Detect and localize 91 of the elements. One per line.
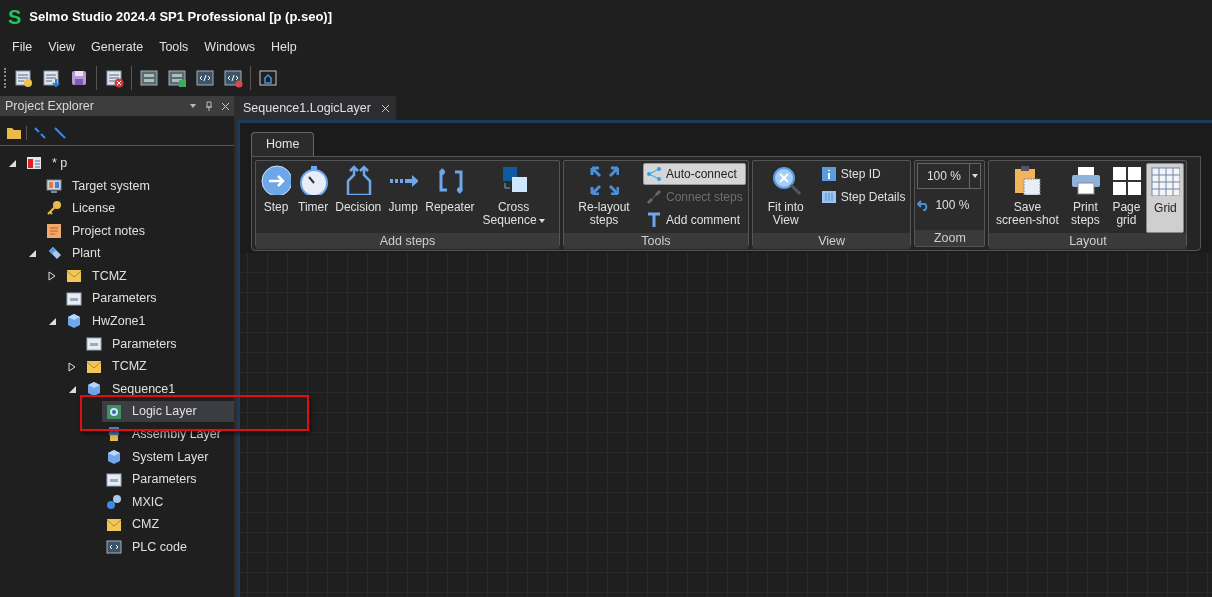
info-icon — [820, 166, 837, 182]
tree-item[interactable]: Logic Layer — [102, 401, 234, 423]
ribbon-button[interactable]: Step — [258, 163, 294, 233]
expand-toggle[interactable] — [66, 360, 78, 373]
tree-item[interactable]: PLC code — [102, 536, 191, 558]
cube-icon — [66, 313, 82, 330]
close-icon — [221, 101, 230, 111]
ribbon-button[interactable]: Re-layout steps — [566, 163, 642, 233]
ribbon-button[interactable]: Add comment — [643, 209, 746, 231]
group-label: Add steps — [256, 233, 559, 249]
dropdown-icon — [972, 174, 979, 178]
text-icon — [646, 212, 662, 228]
project-icon — [26, 155, 42, 172]
parameters-icon — [86, 336, 102, 353]
menu-item[interactable]: Tools — [151, 36, 197, 58]
ribbon-button[interactable]: Timer — [295, 163, 332, 233]
tree-item[interactable]: Parameters — [102, 469, 201, 491]
tree-item[interactable]: * p — [22, 152, 72, 174]
notes-icon — [46, 223, 62, 240]
tree-item[interactable]: Parameters — [62, 288, 161, 310]
group-label: View — [752, 233, 911, 249]
cube-icon — [106, 449, 122, 465]
menu-item[interactable]: Help — [263, 36, 305, 58]
expand-toggle[interactable] — [46, 270, 58, 283]
menu-item[interactable]: File — [4, 36, 41, 58]
cube-icon — [86, 381, 102, 398]
folder-icon[interactable] — [6, 125, 27, 140]
ribbon-button[interactable]: Fit into View — [754, 163, 817, 233]
ribbon-button[interactable]: Step ID — [817, 163, 909, 185]
document-tab[interactable]: Sequence1.LogicLayer — [237, 96, 396, 120]
tree-item[interactable]: Target system — [42, 175, 154, 197]
group-label: Tools — [564, 233, 748, 249]
printer-icon — [1070, 165, 1101, 195]
menu-item[interactable]: View — [40, 36, 84, 58]
ribbon-button[interactable]: Auto-connect — [643, 163, 746, 185]
group-label: Layout — [989, 233, 1187, 249]
tree-item[interactable]: License — [42, 198, 120, 219]
pin-icon — [205, 101, 213, 111]
expand-arrows-icon — [589, 165, 619, 195]
envelope-folder-icon — [66, 268, 82, 285]
zoom-dropdown[interactable]: 100 % — [917, 163, 982, 189]
ribbon-button[interactable]: Cross Sequence — [478, 163, 549, 233]
ribbon-button[interactable]: Repeater — [422, 163, 478, 233]
expand-icon[interactable] — [53, 125, 67, 140]
grid-icon — [1150, 166, 1181, 196]
columns-icon — [820, 189, 837, 205]
envelope-folder-icon — [106, 516, 122, 533]
envelope-folder-icon — [86, 358, 102, 375]
ribbon-button[interactable]: Print steps — [1064, 163, 1107, 233]
assembly-icon — [106, 426, 122, 443]
ribbon-button[interactable]: Grid — [1146, 163, 1185, 233]
monitor-icon — [46, 177, 62, 194]
tree-item[interactable]: TCMZ — [82, 356, 151, 378]
page-grid-icon — [1111, 165, 1142, 195]
clipboard-icon — [1012, 165, 1043, 195]
tree-item[interactable]: System Layer — [102, 446, 213, 468]
reset-zoom-button[interactable]: 100 % — [917, 195, 982, 215]
tree-item[interactable]: Plant — [42, 243, 105, 265]
ribbon-button[interactable]: Save screen-shot — [991, 163, 1064, 233]
chain-link-icon — [646, 189, 662, 205]
tree-item[interactable]: CMZ — [102, 514, 164, 536]
tree-item[interactable]: MXIC — [102, 491, 168, 513]
connector-icon — [646, 166, 662, 182]
ribbon-button[interactable]: Jump — [385, 163, 422, 233]
collapse-icon[interactable] — [33, 125, 47, 140]
tree-item[interactable]: Assembly Layer — [102, 423, 225, 445]
link-icon — [106, 494, 122, 511]
tree-item[interactable]: HwZone1 — [62, 310, 150, 332]
menu-item[interactable]: Windows — [196, 36, 264, 58]
group-label: Zoom — [915, 230, 985, 246]
app-logo: S — [8, 7, 22, 27]
code-file-icon — [106, 539, 122, 556]
tree-item[interactable]: Sequence1 — [82, 378, 180, 400]
panel-title: Project Explorer — [5, 97, 95, 115]
parameters-icon — [106, 471, 122, 488]
tree-item[interactable]: TCMZ — [62, 265, 131, 287]
stopwatch-icon — [298, 165, 329, 195]
ribbon-button[interactable]: Page grid — [1107, 163, 1146, 233]
parameters-icon — [66, 290, 82, 307]
close-icon — [380, 103, 390, 113]
magnifier-icon — [770, 165, 801, 195]
menu-item[interactable]: Generate — [83, 36, 152, 58]
key-icon — [46, 200, 62, 217]
tree-item[interactable]: Project notes — [42, 220, 149, 242]
tree-item[interactable]: Parameters — [82, 333, 181, 355]
dropdown-icon — [189, 102, 197, 110]
window-title: Selmo Studio 2024.4 SP1 Professional [p (p.seo)] — [29, 8, 333, 27]
ribbon-button[interactable]: Decision — [332, 163, 385, 233]
ribbon-button[interactable]: Step Details — [817, 186, 909, 208]
ribbon-tab[interactable]: Home — [251, 132, 315, 156]
logic-layer-icon — [106, 403, 122, 420]
